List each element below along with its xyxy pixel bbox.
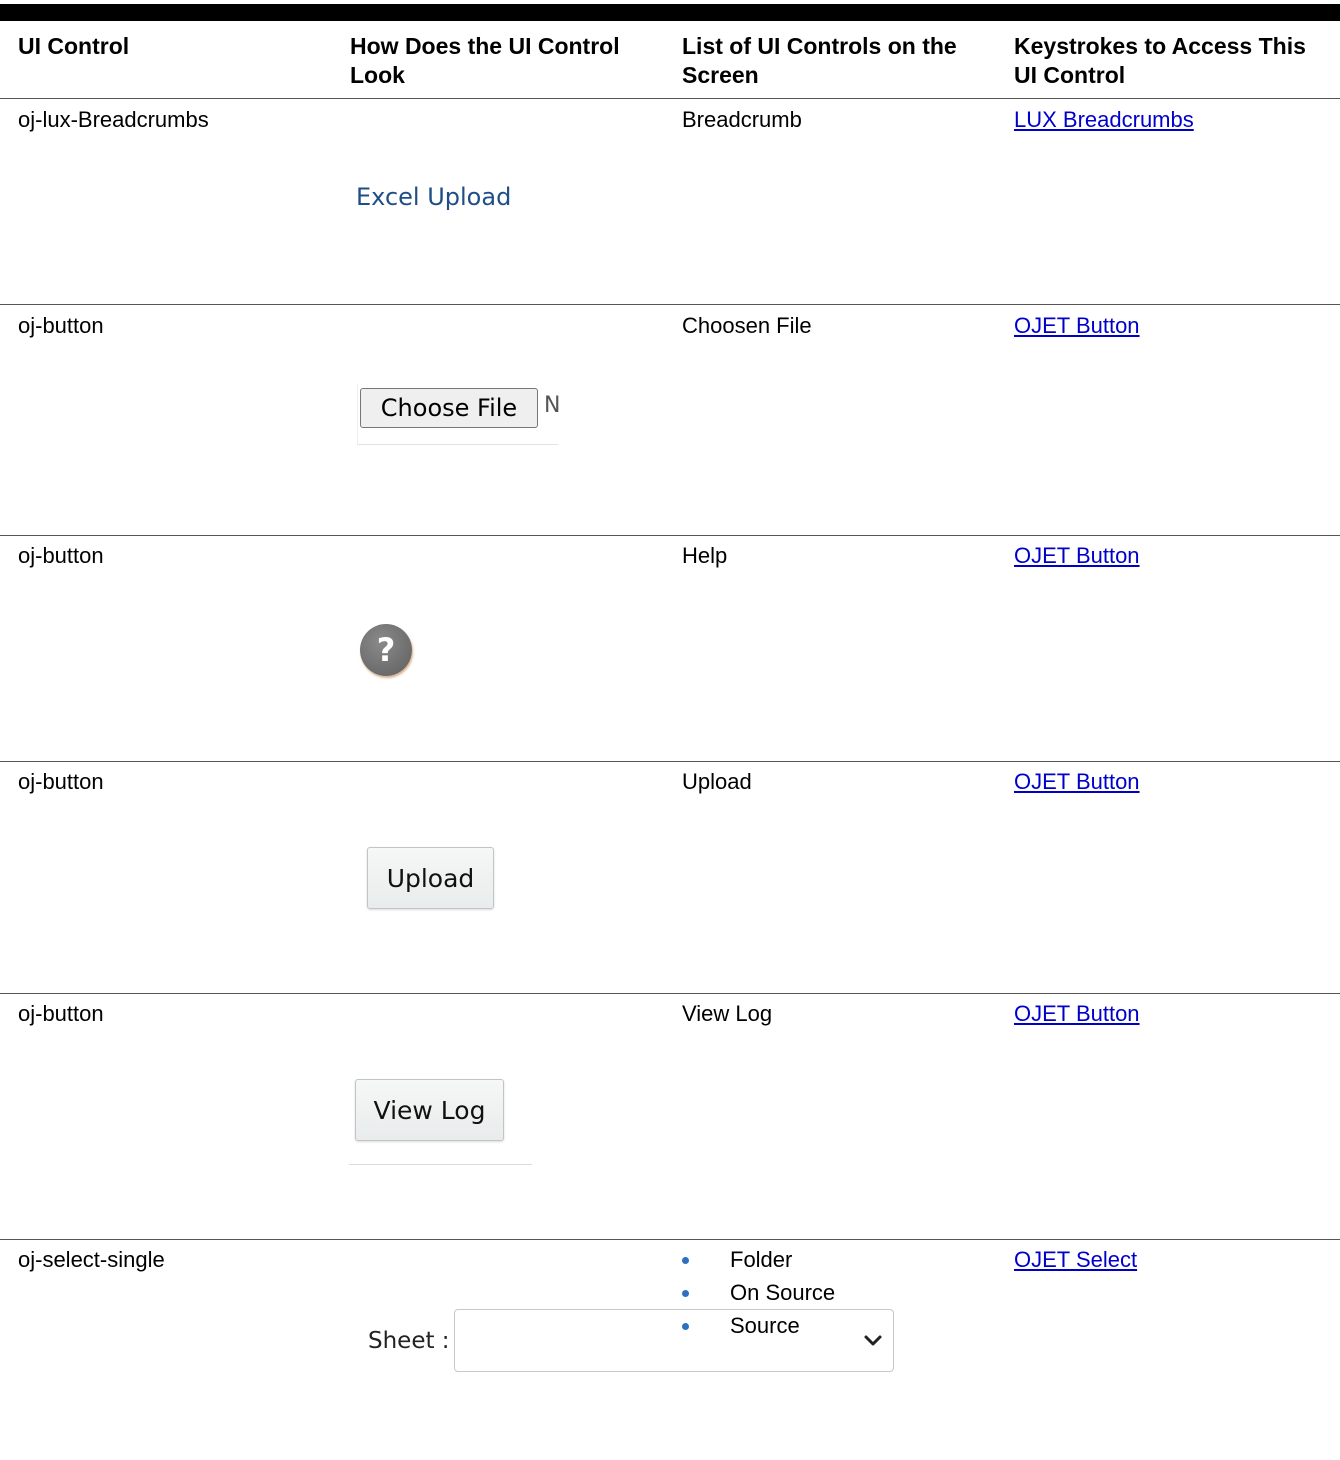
view-log-underline	[349, 1164, 532, 1165]
row-6-control: oj-select-single	[18, 1247, 165, 1272]
top-rule	[0, 4, 1340, 21]
list-item: On Source	[682, 1276, 835, 1309]
row-6-link[interactable]: OJET Select	[1014, 1247, 1137, 1273]
bullet-icon	[682, 1257, 689, 1264]
row-1-control: oj-lux-Breadcrumbs	[18, 107, 209, 132]
list-item: Source	[682, 1309, 835, 1342]
header-ui-control: UI Control	[18, 33, 130, 59]
row-divider	[0, 535, 1340, 536]
bullet-icon	[682, 1290, 689, 1297]
row-3-control: oj-button	[18, 543, 104, 568]
row-2-list: Choosen File	[682, 313, 812, 338]
row-divider	[0, 761, 1340, 762]
choose-file-preview: Choose File N	[357, 384, 561, 445]
row-divider	[0, 1239, 1340, 1240]
row-5-link[interactable]: OJET Button	[1014, 1001, 1140, 1027]
list-item-label: On Source	[730, 1280, 836, 1305]
row-4-list: Upload	[682, 769, 752, 794]
breadcrumb-preview: Excel Upload	[356, 183, 512, 211]
row-4-control: oj-button	[18, 769, 104, 794]
bullet-icon	[682, 1323, 689, 1330]
chevron-down-icon	[864, 1335, 882, 1346]
list-item-label: Source	[730, 1313, 800, 1338]
row-divider	[0, 304, 1340, 305]
choose-file-button[interactable]: Choose File	[360, 388, 538, 428]
row-divider	[0, 993, 1340, 994]
help-glyph: ?	[376, 631, 396, 669]
row-5-control: oj-button	[18, 1001, 104, 1026]
sheet-label: Sheet :	[368, 1328, 450, 1354]
row-3-list: Help	[682, 543, 728, 568]
row-3-link[interactable]: OJET Button	[1014, 543, 1140, 569]
header-keystrokes: Keystrokes to Access This UI Control	[1014, 33, 1306, 88]
no-file-text: N	[544, 393, 561, 418]
row-6-list: Folder On Source Source	[682, 1243, 835, 1342]
row-2-link[interactable]: OJET Button	[1014, 313, 1140, 339]
header-divider	[0, 98, 1340, 99]
list-item-label: Folder	[730, 1247, 793, 1272]
header-list-of-controls: List of UI Controls on the Screen	[682, 33, 957, 88]
header-how-it-looks: How Does the UI Control Look	[350, 33, 620, 88]
help-question-icon[interactable]: ?	[360, 624, 412, 676]
row-2-control: oj-button	[18, 313, 104, 338]
view-log-button[interactable]: View Log	[355, 1079, 504, 1141]
upload-button[interactable]: Upload	[367, 847, 494, 909]
row-4-link[interactable]: OJET Button	[1014, 769, 1140, 795]
row-5-list: View Log	[682, 1001, 773, 1026]
row-1-link[interactable]: LUX Breadcrumbs	[1014, 107, 1194, 133]
list-item: Folder	[682, 1243, 835, 1276]
row-1-list: Breadcrumb	[682, 107, 802, 132]
